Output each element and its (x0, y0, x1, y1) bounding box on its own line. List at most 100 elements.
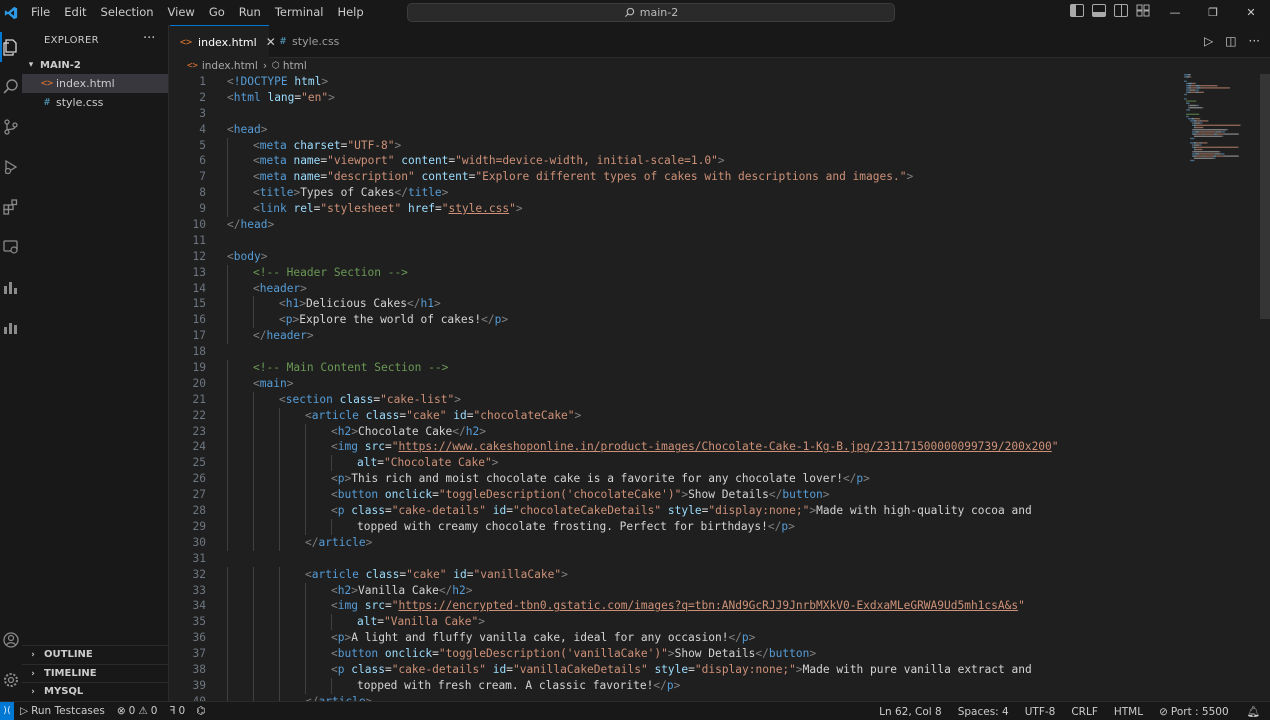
command-center[interactable]: main-2 (407, 3, 895, 22)
code-line[interactable]: 12 <body> (170, 249, 1180, 265)
code-line[interactable]: 27 <button onclick="toggleDescription('ch… (170, 487, 1180, 504)
source-control-icon[interactable] (0, 112, 22, 142)
file-item-index-html[interactable]: <> index.html (22, 74, 168, 93)
code-line[interactable]: 8 <title>Types of Cakes</title> (170, 185, 1180, 202)
code-line[interactable]: 34 <img src= "https://encrypted-tbn0.gstat… (170, 598, 1180, 615)
code-line[interactable]: 23 <h2>Chocolate Cake</h2> (170, 423, 1180, 440)
code-line[interactable]: 2 <html lang="en"> (170, 90, 1180, 106)
menu-go[interactable]: Go (202, 0, 232, 25)
account-icon[interactable] (0, 625, 22, 655)
breadcrumb-element[interactable]: html (283, 60, 307, 72)
menu-file[interactable]: File (24, 0, 57, 25)
minimap-line (1195, 131, 1196, 133)
code-line[interactable]: 37 <button onclick="toggleDescription('va… (170, 646, 1180, 662)
indentation[interactable]: Spaces: 4 (950, 706, 1017, 718)
code-line[interactable]: 38 <p class="cake-details" id="vanillaCak… (170, 661, 1180, 678)
code-line[interactable]: 10 </head> (170, 217, 1180, 233)
explorer-icon[interactable] (0, 32, 22, 62)
minimap-line (1190, 120, 1194, 122)
close-window-icon[interactable]: ✕ (1232, 0, 1270, 25)
outline-section[interactable]: › OUTLINE (22, 645, 168, 663)
code-line[interactable]: 14 <header> (170, 280, 1180, 297)
search-icon[interactable] (0, 72, 22, 102)
menu-selection[interactable]: Selection (94, 0, 161, 25)
more-actions-icon[interactable]: ··· (143, 31, 155, 46)
customize-layout-icon[interactable] (1136, 4, 1150, 17)
code-line[interactable]: 5 <meta charset="UTF-8"> (170, 137, 1180, 154)
search-icon (624, 7, 634, 18)
code-line[interactable]: 21 <section class="cake-list"> (170, 391, 1180, 408)
code-line[interactable]: 29 topped with creamy chocolate frosting.… (170, 518, 1180, 535)
toggle-panel-icon[interactable] (1092, 4, 1106, 17)
remote-indicator-icon[interactable]: ⟩⟨ (0, 701, 14, 720)
database-icon[interactable] (0, 312, 22, 342)
breadcrumb-file[interactable]: index.html (202, 60, 258, 72)
code-line[interactable]: 3 (170, 106, 1180, 122)
code-line[interactable]: 16 <p>Explore the world of cakes!</p> (170, 312, 1180, 329)
problems-indicator[interactable]: ⊗ 0 ⚠ 0 (111, 705, 164, 717)
code-editor[interactable]: 1 <!DOCTYPE html> 2 <html lang="en"> 3 4 <head… (170, 74, 1270, 701)
run-debug-icon[interactable] (0, 152, 22, 182)
manage-gear-icon[interactable] (0, 665, 22, 695)
code-line[interactable]: 9 <link rel="stylesheet" href="style.css"… (170, 201, 1180, 218)
code-line[interactable]: 31 (170, 551, 1180, 567)
more-actions-icon[interactable]: ··· (1249, 34, 1260, 48)
code-line[interactable]: 18 (170, 344, 1180, 360)
code-line[interactable]: 25 alt="Chocolate Cake"> (170, 455, 1180, 472)
minimap[interactable] (1182, 74, 1260, 174)
charts-icon[interactable] (0, 272, 22, 302)
code-line[interactable]: 22 <article class="cake" id="chocolateCak… (170, 407, 1180, 424)
menu-run[interactable]: Run (232, 0, 268, 25)
code-line[interactable]: 20 <main> (170, 375, 1180, 392)
code-token: "cake-details" (391, 504, 486, 518)
language-mode[interactable]: HTML (1106, 706, 1151, 718)
code-line[interactable]: 1 <!DOCTYPE html> (170, 74, 1180, 90)
notifications-bell-icon[interactable]: 🔔︎ (1237, 705, 1270, 718)
menu-help[interactable]: Help (330, 0, 370, 25)
code-line[interactable]: 30 </article> (170, 534, 1180, 551)
timeline-section[interactable]: › TIMELINE (22, 664, 168, 682)
encoding[interactable]: UTF-8 (1017, 706, 1064, 718)
code-line[interactable]: 19 <!-- Main Content Section --> (170, 360, 1180, 376)
cursor-position[interactable]: Ln 62, Col 8 (871, 706, 950, 718)
code-line[interactable]: 17 </header> (170, 328, 1180, 345)
code-line[interactable]: 6 <meta name="viewport" content="width=de… (170, 153, 1180, 170)
code-line[interactable]: 28 <p class="cake-details" id="chocolateC… (170, 503, 1180, 519)
split-editor-icon[interactable]: ◫ (1225, 34, 1236, 48)
menu-view[interactable]: View (161, 0, 202, 25)
code-line[interactable]: 11 (170, 233, 1180, 249)
mysql-section[interactable]: › MYSQL (22, 682, 168, 700)
code-line[interactable]: 36 <p>A light and fluffy vanilla cake, id… (170, 630, 1180, 647)
end-of-line[interactable]: CRLF (1063, 706, 1106, 718)
menu-edit[interactable]: Edit (57, 0, 93, 25)
code-line[interactable]: 4 <head> (170, 122, 1180, 138)
live-server-port[interactable]: ⊘ Port : 5500 (1151, 706, 1237, 718)
code-line[interactable]: 26 <p > This rich and moist chocolate cake … (170, 471, 1180, 488)
code-line[interactable]: 13 <!-- Header Section --> (170, 264, 1180, 281)
extensions-icon[interactable] (0, 192, 22, 222)
tab-style-css[interactable]: # style.css (270, 25, 362, 58)
folder-header[interactable]: ▾ MAIN-2 (22, 56, 168, 74)
code-line[interactable]: 35 alt="Vanilla Cake"> (170, 614, 1180, 631)
vertical-scrollbar[interactable] (1260, 74, 1270, 319)
code-line[interactable]: 40 </article> (170, 693, 1180, 701)
code-line[interactable]: 15 <h1>Delicious Cakes</h1> (170, 296, 1180, 313)
file-item-style-css[interactable]: # style.css (22, 93, 168, 112)
toggle-primary-sidebar-icon[interactable] (1070, 4, 1084, 17)
code-line[interactable]: 24 <img src= "https://www.cakeshoponline.i… (170, 439, 1180, 456)
tab-index-html[interactable]: <> index.html ✕ (170, 25, 276, 58)
menu-terminal[interactable]: Terminal (268, 0, 331, 25)
remote-explorer-icon[interactable] (0, 232, 22, 262)
run-play-icon[interactable]: ▷ (1204, 34, 1213, 48)
code-token: "chocolateCakeDetails" (512, 504, 662, 518)
restore-icon[interactable]: ❐ (1194, 0, 1232, 25)
minimize-icon[interactable]: — (1156, 0, 1194, 25)
code-line[interactable]: 32 <article class="cake" id="vanillaCake"… (170, 566, 1180, 583)
code-line[interactable]: 33 <h2>Vanilla Cake</h2> (170, 582, 1180, 599)
code-line[interactable]: 39 topped with fresh cream. A classic fav… (170, 677, 1180, 694)
toggle-secondary-sidebar-icon[interactable] (1114, 4, 1128, 17)
indent-guide (279, 487, 280, 504)
code-line[interactable]: 7 <meta name="description" content="Explo… (170, 169, 1180, 186)
run-testcases-button[interactable]: ▷ Run Testcases (14, 705, 111, 717)
ports-indicator[interactable]: ꟻ 0 ⌬ (163, 705, 211, 717)
